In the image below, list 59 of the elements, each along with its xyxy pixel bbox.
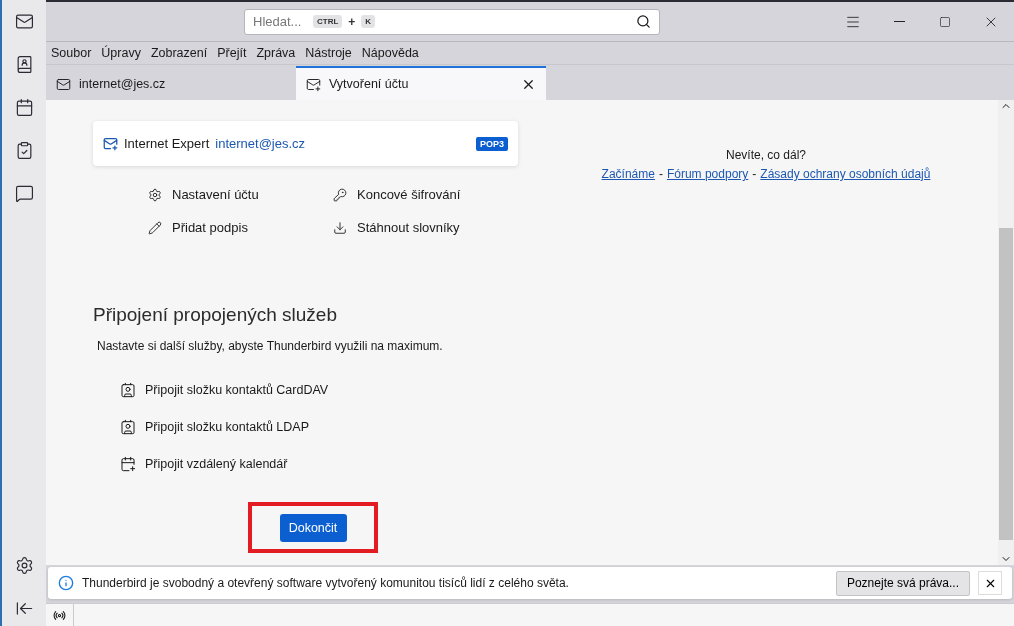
search-field[interactable]: Hledat... CTRL + K bbox=[244, 8, 660, 35]
keyboard-key: CTRL bbox=[313, 15, 343, 28]
section-heading: Připojení propojených služeb bbox=[93, 304, 338, 326]
menu-item[interactable]: Nástroje bbox=[305, 46, 352, 60]
contact-card-icon bbox=[120, 419, 136, 435]
calendar-icon bbox=[14, 98, 34, 117]
online-status-icon[interactable] bbox=[53, 608, 66, 622]
gear-icon bbox=[148, 187, 162, 202]
menu-item[interactable]: Soubor bbox=[51, 46, 92, 60]
account-icon bbox=[103, 136, 118, 151]
service-link[interactable]: Připojit složku kontaktů LDAP bbox=[120, 419, 998, 435]
separator: - bbox=[752, 167, 757, 181]
info-icon bbox=[58, 575, 74, 591]
menu-item[interactable]: Zobrazení bbox=[150, 46, 208, 60]
menu-item[interactable]: Úpravy bbox=[101, 46, 141, 60]
keyboard-key: K bbox=[361, 15, 376, 28]
account-name: Internet Expert bbox=[124, 136, 210, 151]
calendar-plus-icon bbox=[120, 456, 136, 472]
maximize-icon bbox=[939, 15, 951, 28]
contact-card-icon bbox=[120, 382, 136, 398]
help-link[interactable]: Fórum podpory bbox=[666, 167, 749, 181]
envelope-icon bbox=[56, 76, 71, 92]
action-link[interactable]: Nastavení účtu bbox=[148, 187, 333, 202]
tab[interactable]: Vytvoření účtu bbox=[296, 66, 546, 100]
rights-button[interactable]: Poznejte svá práva... bbox=[835, 570, 970, 596]
help-link[interactable]: Začínáme bbox=[601, 167, 655, 181]
action-link[interactable]: Koncové šifrování bbox=[333, 187, 518, 202]
search-icon bbox=[636, 14, 651, 29]
menu-item[interactable]: Nápověda bbox=[361, 46, 419, 60]
notification-text: Thunderbird je svobodný a otevřený software vytvořený komunitou tisíců lidí z celého světa. bbox=[82, 576, 569, 590]
pencil-icon bbox=[148, 220, 162, 235]
separator: - bbox=[658, 167, 663, 181]
tab-label: internet@jes.cz bbox=[79, 77, 166, 91]
plus-sign: + bbox=[348, 14, 356, 29]
account-email: internet@jes.cz bbox=[215, 136, 306, 151]
tab-label: Vytvoření účtu bbox=[329, 77, 409, 91]
section-description: Nastavte si další služby, abyste Thunderbird využili na maximum. bbox=[97, 339, 444, 353]
finish-button[interactable]: Dokončit bbox=[279, 513, 347, 542]
settings-icon bbox=[14, 556, 34, 575]
close-notification-button[interactable] bbox=[978, 571, 1002, 595]
scrollbar-thumb[interactable] bbox=[999, 228, 1013, 540]
help-title: Nevíte, co dál? bbox=[725, 148, 806, 162]
service-link[interactable]: Připojit složku kontaktů CardDAV bbox=[120, 382, 998, 398]
action-link[interactable]: Přidat podpis bbox=[148, 220, 333, 235]
envelope-icon bbox=[306, 76, 321, 92]
mail-icon bbox=[14, 12, 34, 31]
key-icon bbox=[333, 187, 347, 202]
download-icon bbox=[333, 220, 347, 235]
chat-icon bbox=[14, 184, 34, 203]
arrow-to-line-icon bbox=[14, 599, 34, 618]
help-link[interactable]: Zásady ochrany osobních údajů bbox=[760, 167, 931, 181]
service-link[interactable]: Připojit vzdálený kalendář bbox=[120, 456, 998, 472]
minimize-icon bbox=[893, 21, 905, 22]
menu-item[interactable]: Přejít bbox=[217, 46, 247, 60]
scrollbar[interactable] bbox=[998, 100, 1014, 565]
tab[interactable]: internet@jes.cz bbox=[46, 66, 296, 100]
action-link[interactable]: Stáhnout slovníky bbox=[333, 220, 518, 235]
menu-item[interactable]: Zpráva bbox=[256, 46, 296, 60]
protocol-badge: POP3 bbox=[476, 136, 508, 151]
